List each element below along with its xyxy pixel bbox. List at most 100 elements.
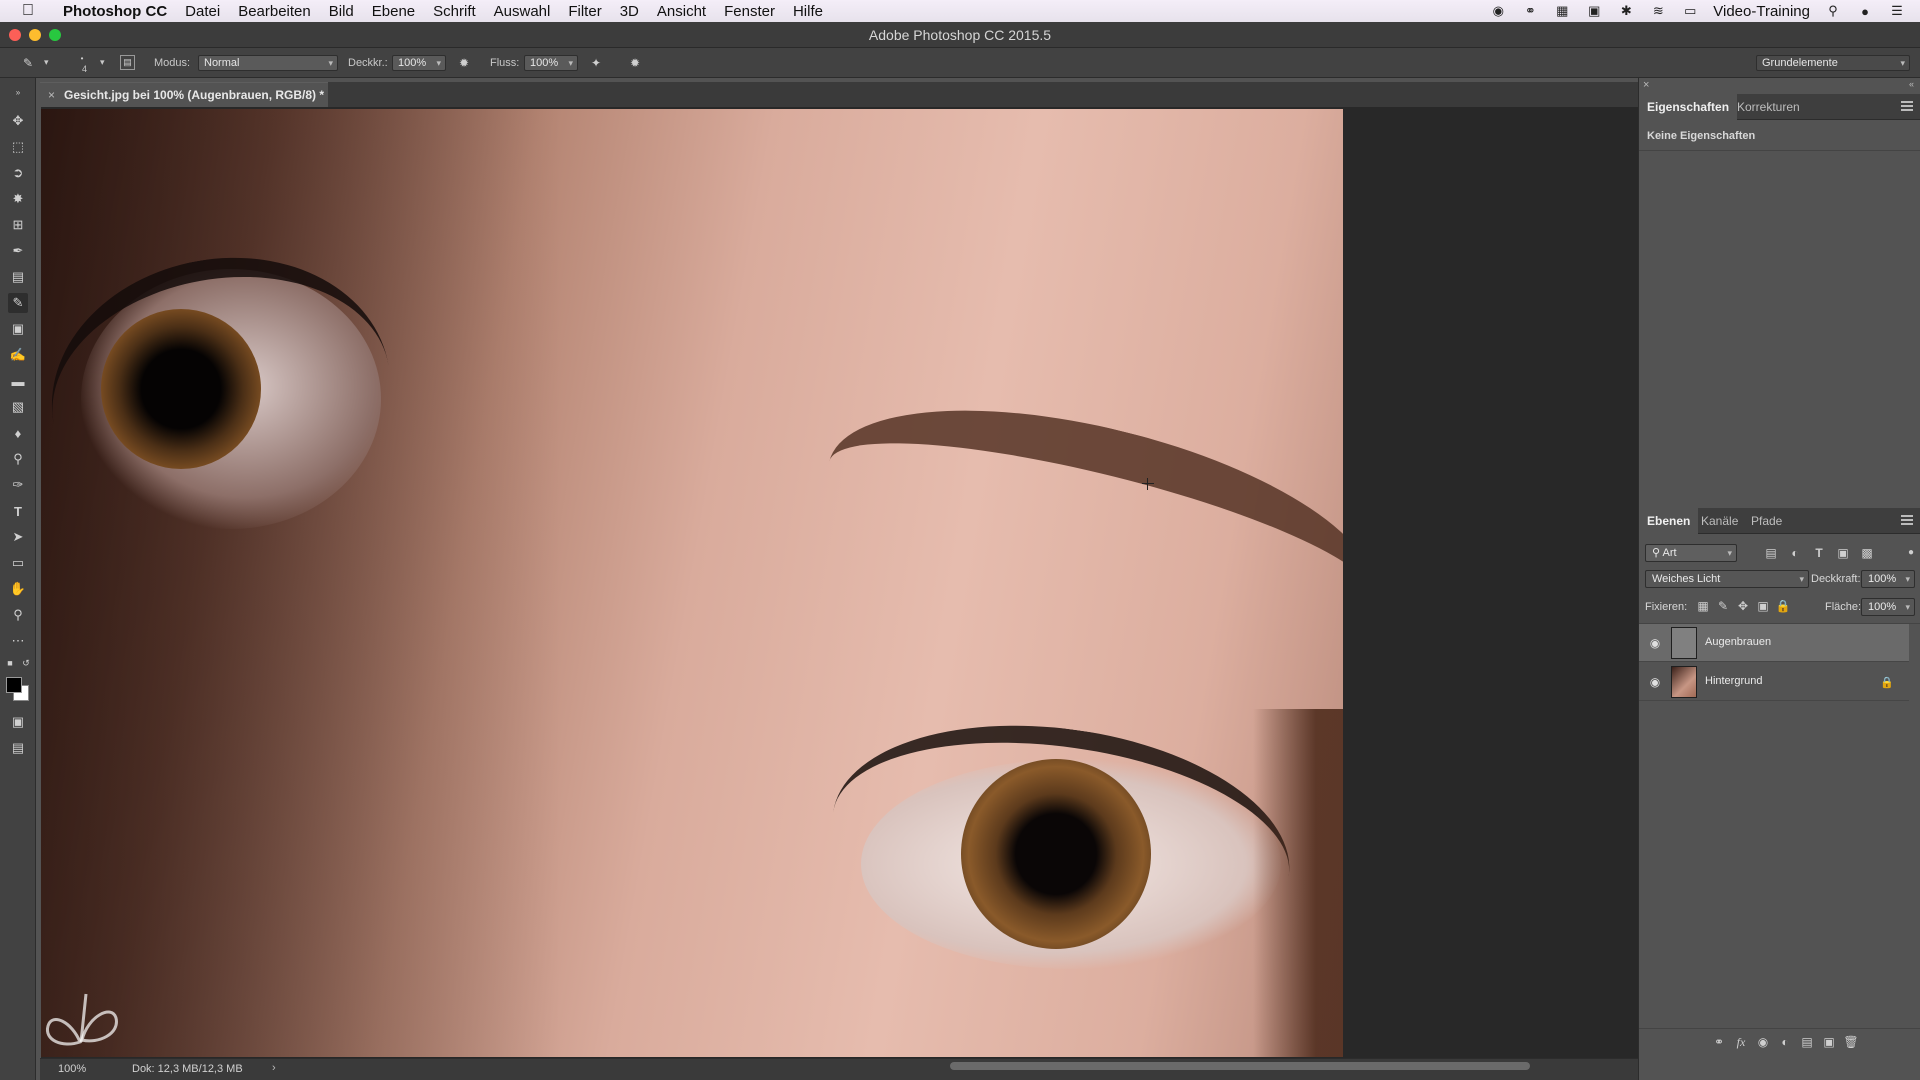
brush-picker-caret-icon[interactable]: ▾ xyxy=(100,57,105,68)
zoom-tool-icon[interactable]: ⚲ xyxy=(8,605,28,625)
blend-mode-select[interactable]: Weiches Licht ▾ xyxy=(1645,570,1809,588)
display-icon[interactable]: ▦ xyxy=(1553,3,1571,19)
filter-pixel-layer-icon[interactable]: ▤ xyxy=(1763,545,1779,561)
lock-position-icon[interactable]: ✥ xyxy=(1735,598,1751,614)
lock-image-pixels-icon[interactable]: ✎ xyxy=(1715,598,1731,614)
menu-fenster[interactable]: Fenster xyxy=(715,3,784,20)
brush-tool-preset-icon[interactable]: ✎ xyxy=(20,55,36,71)
menu-3d[interactable]: 3D xyxy=(611,3,648,20)
filter-type-layer-icon[interactable]: T xyxy=(1811,545,1827,561)
app-status-icon[interactable]: ▣ xyxy=(1585,3,1603,19)
tab-ebenen[interactable]: Ebenen xyxy=(1639,508,1699,534)
menu-filter[interactable]: Filter xyxy=(559,3,610,20)
hand-tool-icon[interactable]: ✋ xyxy=(8,579,28,599)
tab-korrekturen[interactable]: Korrekturen xyxy=(1729,94,1808,120)
layer-opacity-field[interactable]: 100% ▾ xyxy=(1861,570,1915,588)
move-tool-icon[interactable]: ✥ xyxy=(8,111,28,131)
quick-mask-icon[interactable]: ▣ xyxy=(8,712,28,732)
menu-ansicht[interactable]: Ansicht xyxy=(648,3,715,20)
type-tool-icon[interactable]: T xyxy=(8,501,28,521)
foreground-color-swatch[interactable] xyxy=(6,677,22,693)
menu-hilfe[interactable]: Hilfe xyxy=(784,3,832,20)
new-group-icon[interactable]: ▤ xyxy=(1799,1034,1815,1050)
eraser-tool-icon[interactable]: ▬ xyxy=(8,371,28,391)
creative-cloud-icon[interactable]: ⚭ xyxy=(1521,3,1539,19)
pressure-opacity-icon[interactable]: ✹ xyxy=(456,55,472,71)
marquee-tool-icon[interactable]: ⬚ xyxy=(8,137,28,157)
workspace-select[interactable]: Grundelemente ▾ xyxy=(1756,55,1910,71)
layer-name[interactable]: Hintergrund xyxy=(1705,675,1762,687)
brush-panel-toggle-icon[interactable]: ▤ xyxy=(120,55,135,70)
close-panel-icon[interactable]: × xyxy=(1643,79,1649,91)
layers-panel-menu-icon[interactable] xyxy=(1901,515,1913,525)
new-layer-icon[interactable]: ▣ xyxy=(1821,1034,1837,1050)
opacity-field[interactable]: 100% ▾ xyxy=(392,55,446,71)
pen-tool-icon[interactable]: ✑ xyxy=(8,475,28,495)
link-layers-icon[interactable]: ⚭ xyxy=(1711,1034,1727,1050)
horizontal-scrollbar[interactable] xyxy=(950,1062,1530,1070)
layer-name[interactable]: Augenbrauen xyxy=(1705,636,1771,648)
close-tab-icon[interactable]: × xyxy=(48,83,55,107)
collapse-toolbar-icon[interactable]: » xyxy=(8,82,28,102)
mode-select[interactable]: Normal ▾ xyxy=(198,55,338,71)
swap-colors-icon[interactable]: ↺ xyxy=(20,657,32,669)
pressure-size-icon[interactable]: ✹ xyxy=(627,55,643,71)
lock-all-icon[interactable]: 🔒 xyxy=(1775,598,1791,614)
healing-brush-tool-icon[interactable]: ▤ xyxy=(8,267,28,287)
menu-bearbeiten[interactable]: Bearbeiten xyxy=(229,3,320,20)
menu-app-name[interactable]: Photoshop CC xyxy=(54,3,176,20)
lasso-tool-icon[interactable]: ➲ xyxy=(8,163,28,183)
new-adjustment-layer-icon[interactable]: ◐ xyxy=(1777,1034,1793,1050)
layer-row-hintergrund[interactable]: ◉ Hintergrund 🔒 xyxy=(1639,663,1909,701)
rectangle-tool-icon[interactable]: ▭ xyxy=(8,553,28,573)
preset-caret-icon[interactable]: ▾ xyxy=(44,57,49,68)
airbrush-icon[interactable]: ✦ xyxy=(588,55,604,71)
zoom-level[interactable]: 100% xyxy=(58,1063,86,1075)
menu-ebene[interactable]: Ebene xyxy=(363,3,424,20)
default-colors-icon[interactable]: ■ xyxy=(4,657,16,669)
dodge-tool-icon[interactable]: ⚲ xyxy=(8,449,28,469)
crop-tool-icon[interactable]: ⊞ xyxy=(8,215,28,235)
document-tab[interactable]: × Gesicht.jpg bei 100% (Augenbrauen, RGB… xyxy=(40,82,328,107)
gradient-tool-icon[interactable]: ▧ xyxy=(8,397,28,417)
tab-pfade[interactable]: Pfade xyxy=(1743,508,1790,534)
menu-schrift[interactable]: Schrift xyxy=(424,3,485,20)
tab-eigenschaften[interactable]: Eigenschaften xyxy=(1639,94,1738,120)
edit-toolbar-icon[interactable]: ⋯ xyxy=(8,631,28,651)
path-selection-tool-icon[interactable]: ➤ xyxy=(8,527,28,547)
airplay-icon[interactable]: ▭ xyxy=(1681,3,1699,19)
wifi-icon[interactable]: ≋ xyxy=(1649,3,1667,19)
zoom-window-button[interactable] xyxy=(49,29,61,41)
close-window-button[interactable] xyxy=(9,29,21,41)
document-canvas-image[interactable] xyxy=(41,109,1343,1057)
notification-center-icon[interactable]: ☰ xyxy=(1888,3,1906,19)
history-brush-tool-icon[interactable]: ✍ xyxy=(8,345,28,365)
layer-visibility-eye-icon[interactable]: ◉ xyxy=(1647,635,1663,651)
collapse-panels-icon[interactable]: « xyxy=(1909,79,1914,89)
quick-selection-tool-icon[interactable]: ✸ xyxy=(8,189,28,209)
menu-bild[interactable]: Bild xyxy=(320,3,363,20)
delete-layer-icon[interactable]: 🗑 xyxy=(1843,1034,1859,1050)
eyedropper-tool-icon[interactable]: ✒ xyxy=(8,241,28,261)
clone-stamp-tool-icon[interactable]: ▣ xyxy=(8,319,28,339)
spotlight-search-icon[interactable]: ⚲ xyxy=(1824,3,1842,19)
fill-field[interactable]: 100% ▾ xyxy=(1861,598,1915,616)
blur-tool-icon[interactable]: ♦ xyxy=(8,423,28,443)
filter-adjustment-layer-icon[interactable]: ◐ xyxy=(1787,545,1803,561)
menu-datei[interactable]: Datei xyxy=(176,3,229,20)
layer-row-augenbrauen[interactable]: ◉ Augenbrauen xyxy=(1639,624,1909,662)
tab-kanaele[interactable]: Kanäle xyxy=(1693,508,1746,534)
add-layer-mask-icon[interactable]: ◉ xyxy=(1755,1034,1771,1050)
lock-artboard-icon[interactable]: ▣ xyxy=(1755,598,1771,614)
minimize-window-button[interactable] xyxy=(29,29,41,41)
properties-panel-menu-icon[interactable] xyxy=(1901,101,1913,111)
lock-transparent-pixels-icon[interactable]: ▦ xyxy=(1695,598,1711,614)
bluetooth-icon[interactable]: ✱ xyxy=(1617,3,1635,19)
brush-tool-icon[interactable]: ✎ xyxy=(8,293,28,313)
filter-toggle-icon[interactable]: ● xyxy=(1903,544,1919,560)
filter-smart-object-icon[interactable]: ▩ xyxy=(1859,545,1875,561)
menu-auswahl[interactable]: Auswahl xyxy=(485,3,560,20)
record-icon[interactable]: ◉ xyxy=(1489,3,1507,19)
layer-visibility-eye-icon[interactable]: ◉ xyxy=(1647,674,1663,690)
status-menu-arrow-icon[interactable]: › xyxy=(272,1062,276,1074)
